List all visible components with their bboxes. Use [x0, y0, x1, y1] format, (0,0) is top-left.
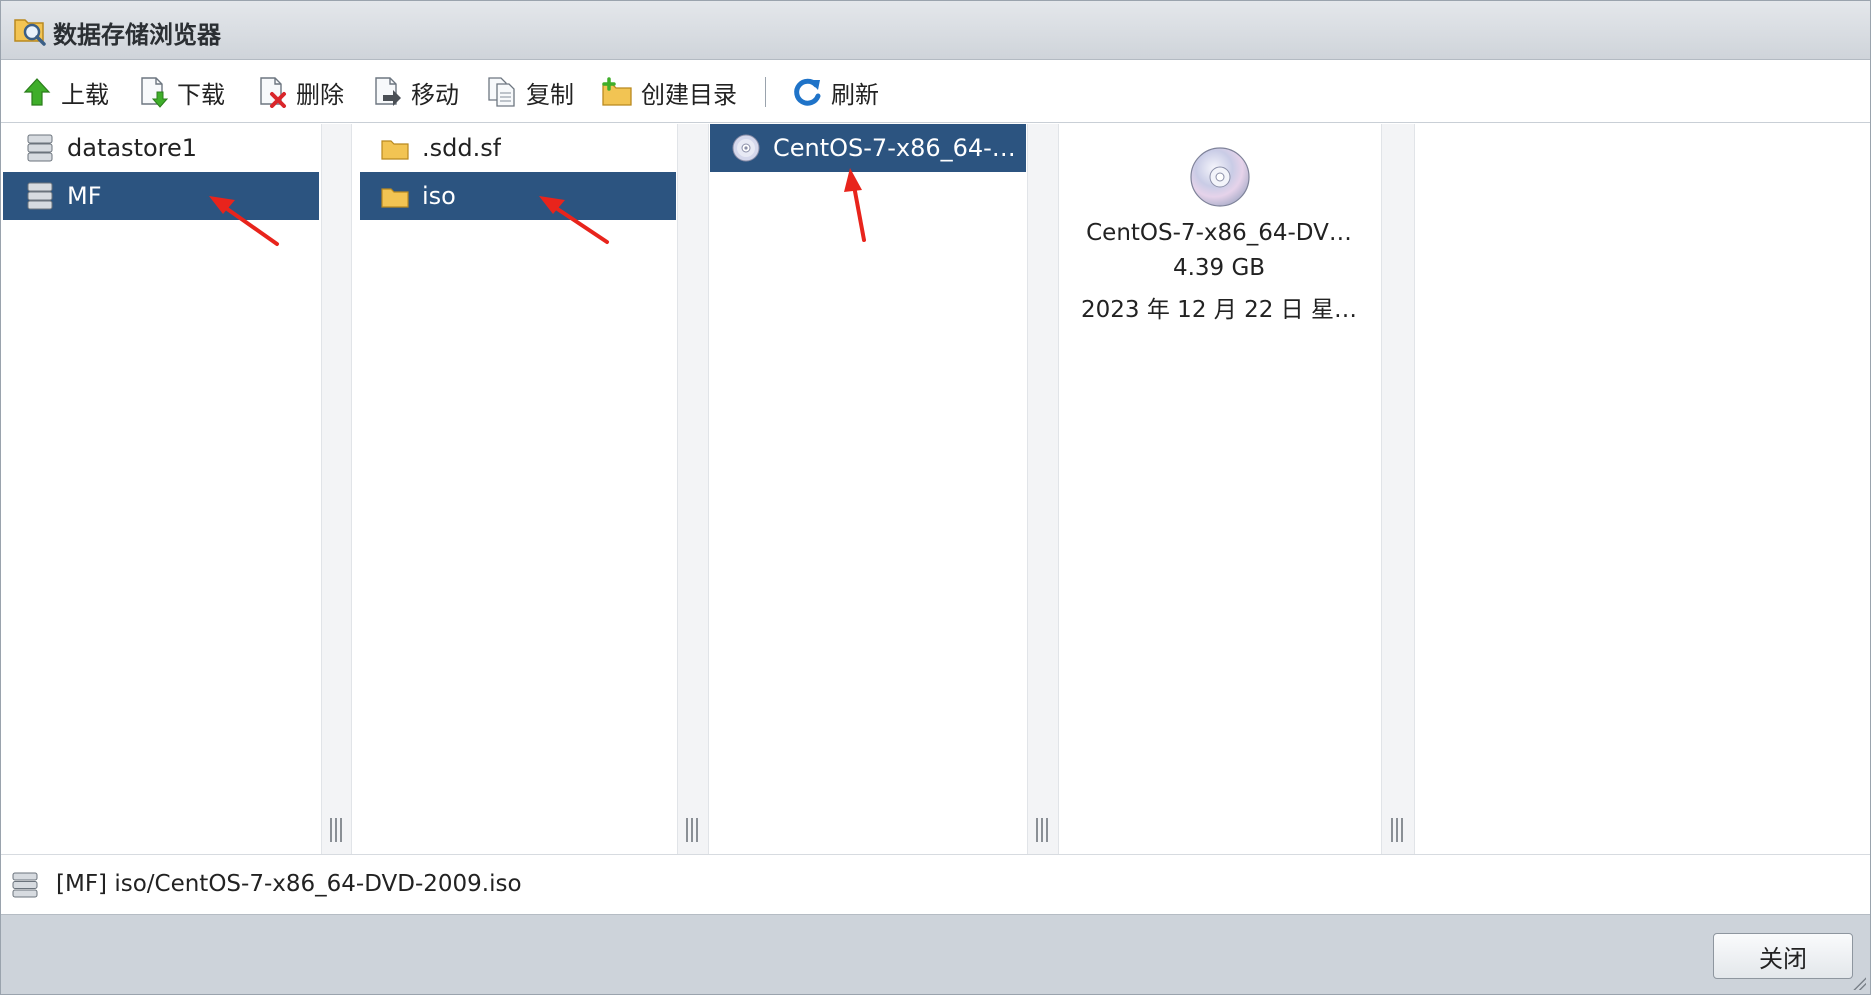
refresh-icon	[794, 78, 821, 106]
toolbar: 上载 下载 删除 移动 复制 创建目录 刷新	[1, 61, 1870, 123]
column-resize-handle[interactable]	[1381, 124, 1415, 854]
folder-item-sdd-sf[interactable]: .sdd.sf	[360, 124, 676, 172]
upload-arrow-icon	[23, 78, 51, 106]
resize-grip-icon	[1391, 818, 1405, 842]
download-label: 下载	[177, 80, 225, 109]
move-label: 移动	[411, 80, 459, 109]
preview-file-name: CentOS-7-x86_64-DV…	[1086, 220, 1352, 246]
resize-grip-icon	[1036, 818, 1050, 842]
file-preview-panel: CentOS-7-x86_64-DV… 4.39 GB 2023 年 12 月 …	[1059, 124, 1379, 384]
column-resize-handle[interactable]	[321, 124, 352, 854]
folder-icon	[381, 188, 409, 208]
folder-item-label: .sdd.sf	[422, 134, 502, 162]
close-button[interactable]: 关闭	[1713, 933, 1853, 979]
file-item-centos-iso[interactable]: CentOS-7-x86_64-…	[710, 124, 1026, 172]
folder-icon	[381, 140, 409, 160]
upload-button[interactable]: 上载	[21, 73, 109, 111]
resize-corner-icon[interactable]	[1852, 976, 1866, 990]
disc-icon	[732, 134, 760, 162]
disc-icon	[1190, 147, 1250, 207]
preview-file-date: 2023 年 12 月 22 日 星…	[1081, 297, 1357, 323]
move-file-icon	[375, 77, 401, 106]
refresh-label: 刷新	[831, 80, 879, 109]
selected-path-bar: [MF] iso/CentOS-7-x86_64-DVD-2009.iso	[1, 854, 1870, 914]
datastore-item-label: datastore1	[67, 134, 198, 162]
create-directory-label: 创建目录	[641, 80, 737, 109]
preview-file-size: 4.39 GB	[1172, 255, 1266, 281]
datastore-item-label: MF	[67, 182, 102, 210]
datastore-column: datastore1 MF	[1, 124, 321, 854]
copy-button[interactable]: 复制	[486, 73, 574, 111]
datastore-icon	[27, 134, 53, 162]
delete-button[interactable]: 删除	[256, 73, 344, 111]
delete-file-icon	[260, 77, 286, 108]
file-item-label: CentOS-7-x86_64-…	[773, 134, 1016, 162]
datastore-icon	[27, 182, 53, 210]
selected-path-text: [MF] iso/CentOS-7-x86_64-DVD-2009.iso	[56, 871, 522, 897]
folder-column: .sdd.sf iso	[352, 124, 677, 854]
folder-item-iso[interactable]: iso	[360, 172, 676, 220]
resize-grip-icon	[329, 818, 344, 842]
folder-item-label: iso	[422, 182, 456, 210]
datastore-browser-icon	[14, 19, 46, 46]
new-folder-icon	[602, 77, 632, 106]
download-file-icon	[141, 77, 169, 108]
copy-file-icon	[488, 77, 515, 107]
datastore-item-datastore1[interactable]: datastore1	[3, 124, 319, 172]
file-column: CentOS-7-x86_64-…	[709, 124, 1027, 854]
create-directory-button[interactable]: 创建目录	[601, 73, 737, 111]
refresh-button[interactable]: 刷新	[791, 73, 879, 111]
download-button[interactable]: 下载	[137, 73, 225, 111]
move-button[interactable]: 移动	[371, 73, 459, 111]
column-resize-handle[interactable]	[677, 124, 709, 854]
column-resize-handle[interactable]	[1027, 124, 1059, 854]
datastore-browser-window: 数据存储浏览器 上载 下载 删除 移动 复制 创建目录 刷新 datastore…	[0, 0, 1871, 995]
title-bar[interactable]: 数据存储浏览器	[1, 1, 1870, 60]
resize-grip-icon	[686, 818, 700, 842]
dialog-footer: 关闭	[1, 914, 1870, 994]
window-title: 数据存储浏览器	[53, 21, 221, 49]
datastore-item-mf[interactable]: MF	[3, 172, 319, 220]
toolbar-separator	[765, 77, 766, 107]
copy-label: 复制	[526, 80, 574, 109]
delete-label: 删除	[296, 80, 344, 109]
upload-label: 上载	[61, 80, 109, 109]
datastore-icon	[12, 872, 38, 898]
browser-columns: datastore1 MF .sdd.sf iso CentOS-7-x86_6…	[1, 124, 1870, 854]
